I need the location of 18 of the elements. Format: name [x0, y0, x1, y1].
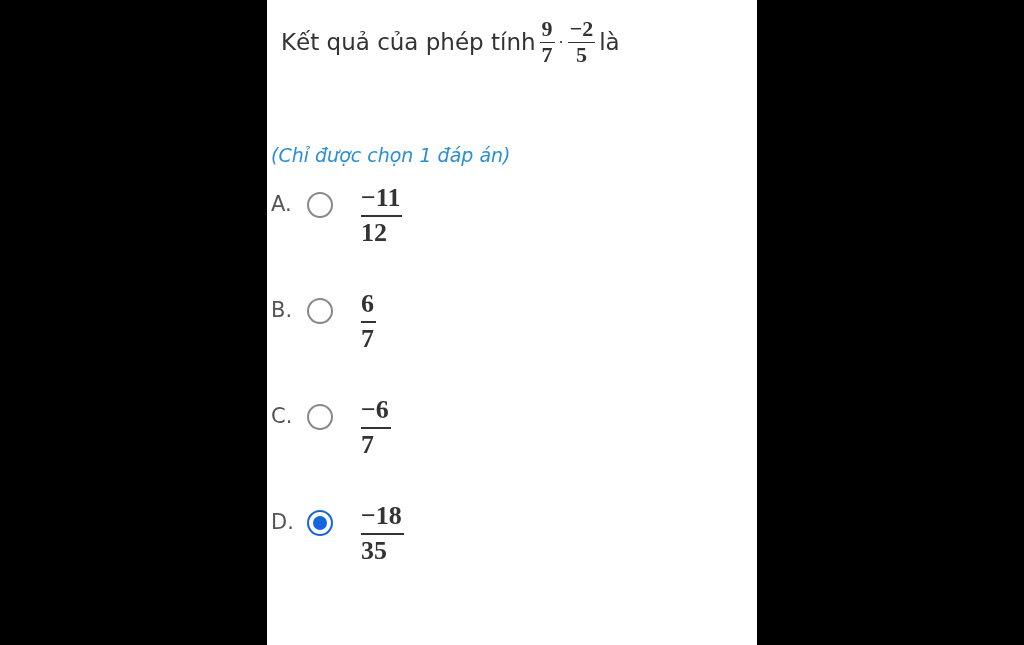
- radio-button[interactable]: [307, 510, 333, 536]
- option-letter: A.: [271, 192, 293, 216]
- radio-button[interactable]: [307, 404, 333, 430]
- fraction: −2 5: [567, 17, 596, 67]
- answer-fraction: 6 7: [361, 288, 376, 355]
- answer-fraction: −6 7: [361, 394, 391, 461]
- question-text: Kết quả của phép tính: [281, 29, 536, 55]
- question-suffix: là: [599, 29, 620, 55]
- fraction: 9 7: [539, 17, 555, 67]
- option-letter: C.: [271, 404, 294, 428]
- multiply-operator: ·: [558, 32, 564, 52]
- radio-button[interactable]: [307, 192, 333, 218]
- answer-fraction: −18 35: [361, 500, 404, 567]
- hint-text: (Chỉ được chọn 1 đáp án): [271, 144, 512, 166]
- radio-button[interactable]: [307, 298, 333, 324]
- answer-fraction: −11 12: [361, 182, 403, 249]
- option-letter: B.: [271, 298, 294, 322]
- option-letter: D.: [271, 510, 295, 534]
